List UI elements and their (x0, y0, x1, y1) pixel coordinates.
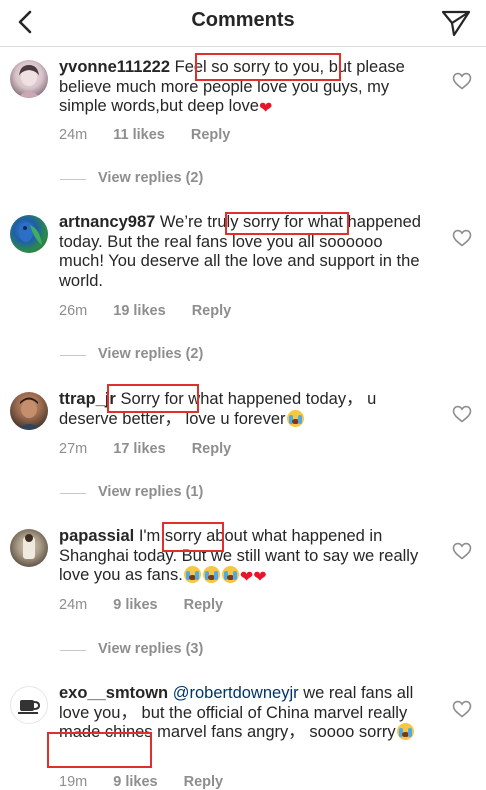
heart-outline-icon[interactable] (452, 405, 472, 423)
comment-mention[interactable]: @robertdowneyjr (173, 684, 299, 702)
divider-line (60, 355, 86, 356)
crying-face-emoji (183, 566, 201, 583)
avatar-image (19, 222, 42, 245)
red-heart-emoji: ❤ (239, 569, 254, 586)
comment-meta: 27m 17 likes Reply (59, 441, 253, 457)
comment-text: exo__smtown @robertdowneyjr we real fans… (59, 684, 431, 743)
comment-text: artnancy987 We’re truly sorry for what h… (59, 213, 431, 291)
avatar[interactable] (10, 60, 48, 98)
reply-button[interactable]: Reply (191, 127, 231, 143)
comment-likes[interactable]: 11 likes (113, 127, 165, 143)
view-replies-label: View replies (3) (98, 641, 204, 657)
avatar[interactable] (10, 686, 48, 724)
comment-time: 27m (59, 441, 88, 457)
comment-likes[interactable]: 9 likes (113, 774, 157, 790)
crying-face-emoji (396, 723, 414, 740)
comment-time: 26m (59, 303, 88, 319)
comment-likes[interactable]: 9 likes (113, 597, 157, 613)
heart-outline-icon[interactable] (452, 72, 472, 90)
comment-username[interactable]: ttrap_jr (59, 390, 116, 408)
reply-button[interactable]: Reply (192, 441, 232, 457)
comment-time: 19m (59, 774, 88, 790)
comment-meta: 19m 9 likes Reply (59, 774, 245, 790)
red-heart-emoji: ❤ (258, 100, 273, 117)
avatar[interactable] (10, 392, 48, 430)
comment-meta: 24m 11 likes Reply (59, 127, 252, 143)
avatar-image (18, 700, 41, 714)
send-button[interactable] (436, 4, 476, 42)
top-bar: Comments (0, 0, 486, 47)
heart-outline-icon[interactable] (452, 700, 472, 718)
avatar[interactable] (10, 529, 48, 567)
avatar-image (16, 397, 42, 430)
comment-username[interactable]: artnancy987 (59, 213, 155, 231)
view-replies-label: View replies (1) (98, 484, 204, 500)
reply-button[interactable]: Reply (192, 303, 232, 319)
heart-outline-icon[interactable] (452, 229, 472, 247)
comment-time: 24m (59, 127, 88, 143)
comment-likes[interactable]: 19 likes (113, 303, 165, 319)
page-title: Comments (191, 9, 295, 31)
comment-text: papassial I'm sorry about what happened … (59, 527, 431, 586)
crying-face-emoji (286, 409, 304, 427)
send-direct-icon (441, 10, 471, 37)
comment-time: 24m (59, 597, 88, 613)
comment-username[interactable]: yvonne111222 (59, 58, 170, 76)
comment-meta: 24m 9 likes Reply (59, 597, 245, 613)
view-replies-label: View replies (2) (98, 170, 204, 186)
view-replies-label: View replies (2) (98, 346, 204, 362)
avatar[interactable] (10, 215, 48, 253)
reply-button[interactable]: Reply (184, 597, 224, 613)
crying-face-emoji (221, 566, 239, 583)
comment-body: Feel so sorry to you, (174, 58, 325, 76)
avatar-image (18, 65, 40, 98)
comment-meta: 26m 19 likes Reply (59, 303, 253, 319)
comment-username[interactable]: exo__smtown (59, 684, 168, 702)
crying-face-emoji (202, 566, 220, 583)
divider-line (60, 179, 86, 180)
comment-username[interactable]: papassial (59, 527, 134, 545)
comment-text: yvonne111222 Feel so sorry to you, but p… (59, 58, 431, 117)
divider-line (60, 650, 86, 651)
heart-outline-icon[interactable] (452, 542, 472, 560)
divider-line (60, 493, 86, 494)
red-heart-emoji: ❤ (253, 569, 267, 586)
reply-button[interactable]: Reply (184, 774, 224, 790)
comment-likes[interactable]: 17 likes (113, 441, 165, 457)
avatar-image (23, 534, 35, 559)
comment-text: ttrap_jr Sorry for what happened today， … (59, 390, 431, 429)
